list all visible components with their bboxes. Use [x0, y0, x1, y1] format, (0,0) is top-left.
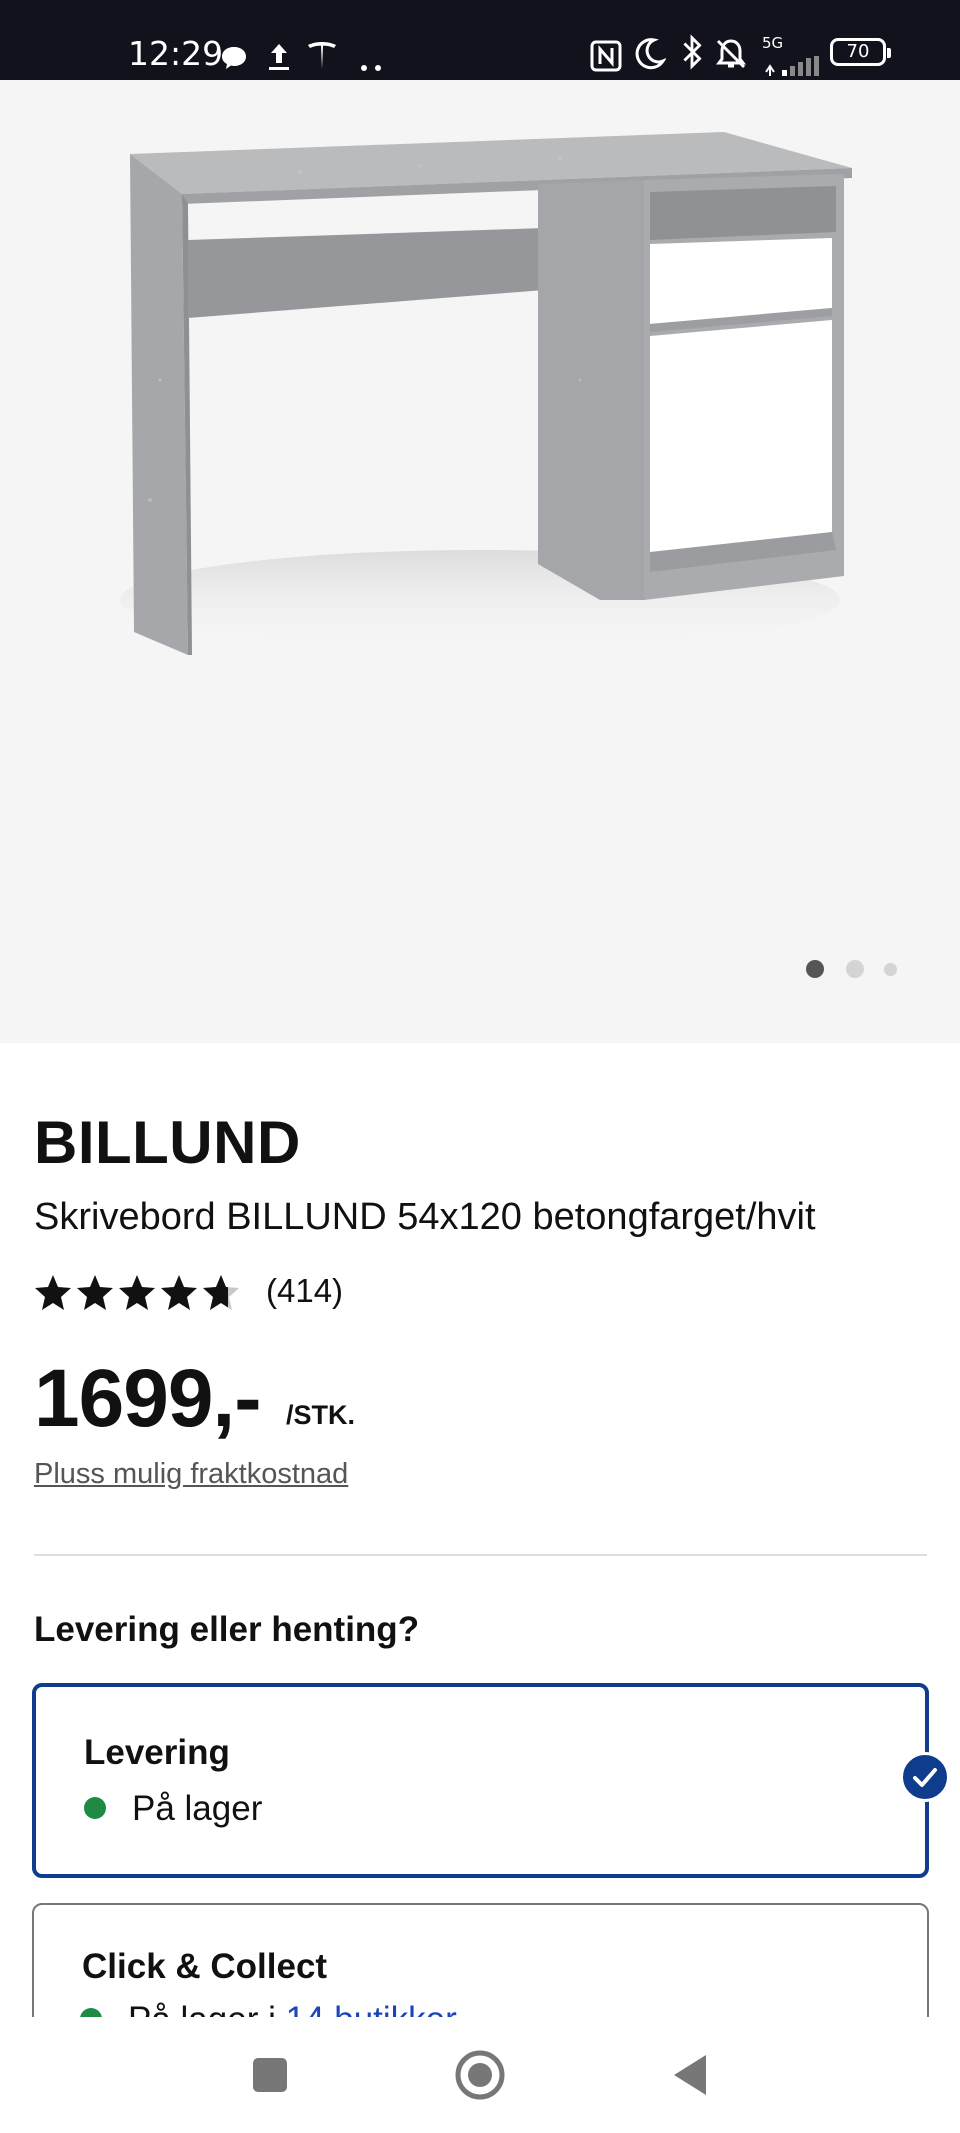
bell-muted-icon [716, 39, 746, 69]
delivery-stock-text: På lager [132, 1789, 263, 1828]
status-bar: 12:29 5G 70 [0, 0, 960, 80]
selected-check-icon [900, 1752, 950, 1802]
back-icon[interactable] [662, 2045, 722, 2105]
in-stock-dot-icon [84, 1796, 106, 1819]
product-price: 1699,- [34, 1353, 262, 1444]
carousel-dot[interactable] [884, 963, 897, 976]
delivery-option-card[interactable]: Levering På lager [32, 1683, 929, 1878]
tesla-icon [308, 42, 336, 69]
product-image-carousel[interactable] [0, 80, 960, 1043]
chat-bubble-icon [222, 47, 246, 69]
shipping-cost-link[interactable]: Pluss mulig fraktkostnad [34, 1458, 348, 1491]
product-page: 12:29 5G 70 BILLUND Skrivebord BILLUND 5… [0, 0, 960, 2133]
status-time: 12:29 [128, 34, 224, 73]
nfc-icon [590, 40, 622, 72]
home-icon[interactable] [450, 2045, 510, 2105]
price-unit: /STK. [286, 1400, 356, 1430]
click-collect-option-title: Click & Collect [82, 1947, 328, 1986]
product-image[interactable] [0, 80, 960, 1043]
fulfillment-section-title: Levering eller henting? [34, 1610, 420, 1649]
delivery-stock-status: På lager [84, 1789, 262, 1829]
delivery-option-title: Levering [84, 1733, 230, 1772]
product-brand: BILLUND [34, 1109, 301, 1176]
do-not-disturb-moon-icon [635, 38, 666, 70]
signal-icon [765, 56, 819, 76]
recent-apps-icon[interactable] [240, 2045, 300, 2105]
star-rating-icon [35, 1275, 239, 1310]
bluetooth-icon [683, 34, 702, 70]
carousel-dot[interactable] [846, 960, 864, 978]
battery-icon: 70 [830, 38, 891, 66]
system-navigation-bar [0, 2017, 960, 2133]
divider [34, 1554, 927, 1556]
carousel-dot-active[interactable] [806, 960, 824, 978]
product-name: Skrivebord BILLUND 54x120 betongfarget/h… [34, 1196, 816, 1238]
review-count[interactable]: (414) [266, 1272, 343, 1310]
upload-icon [269, 44, 289, 70]
